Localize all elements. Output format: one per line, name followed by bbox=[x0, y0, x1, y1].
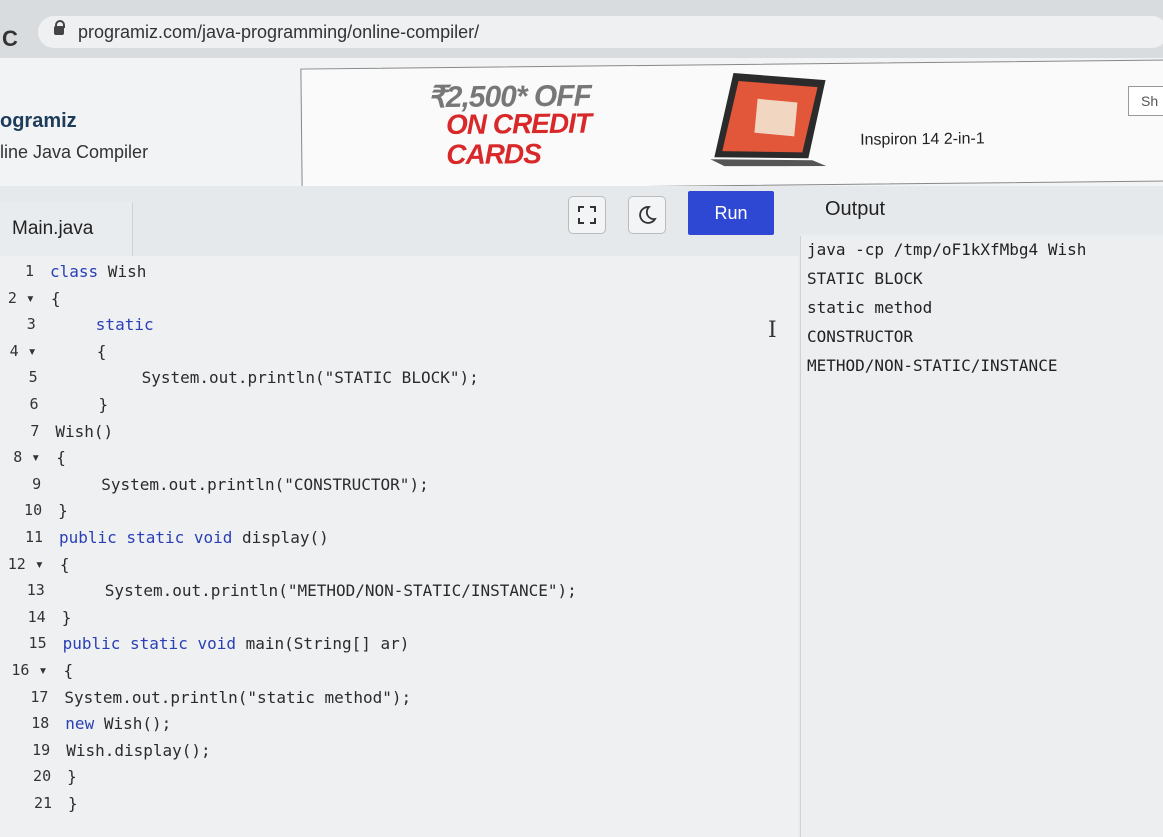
code-text: { bbox=[59, 554, 70, 574]
fullscreen-icon bbox=[578, 206, 596, 224]
code-line[interactable]: 17 System.out.println("static method"); bbox=[0, 688, 798, 714]
code-text: Wish() bbox=[55, 421, 114, 441]
run-button[interactable]: Run bbox=[688, 191, 774, 235]
line-number: 18 bbox=[31, 714, 50, 733]
code-text: { bbox=[96, 341, 107, 361]
reload-icon[interactable]: C bbox=[2, 28, 18, 50]
code-text: } bbox=[61, 607, 72, 627]
code-text: System.out.println("CONSTRUCTOR"); bbox=[101, 474, 429, 494]
line-number: 20 bbox=[33, 767, 52, 786]
line-number: 16 ▾ bbox=[11, 661, 48, 679]
keyword: public static void bbox=[62, 634, 236, 654]
line-number: 8 ▾ bbox=[13, 448, 41, 467]
address-bar[interactable]: programiz.com/java-programming/online-co… bbox=[38, 16, 1163, 48]
keyword: new bbox=[65, 714, 95, 734]
ad-offer-line2: ON CREDIT CARDS bbox=[445, 107, 592, 171]
output-header: Output bbox=[800, 186, 1163, 234]
code-text: public static void main(String[] ar) bbox=[62, 634, 410, 654]
code-line[interactable]: 1 class Wish bbox=[0, 262, 798, 288]
code-line[interactable]: 18 new Wish(); bbox=[0, 714, 798, 740]
text-cursor-icon: I bbox=[768, 318, 777, 343]
share-button[interactable]: Sh bbox=[1128, 86, 1163, 116]
keyword: class bbox=[50, 262, 99, 281]
code-line[interactable]: 5 System.out.println("STATIC BLOCK"); bbox=[0, 368, 798, 394]
code-text: { bbox=[56, 448, 66, 468]
code-text: class Wish bbox=[50, 262, 147, 281]
code-text: public static void display() bbox=[59, 528, 329, 547]
code-line[interactable]: 11 public static void display() bbox=[0, 528, 798, 554]
ad-product-name: Inspiron 14 2-in-1 bbox=[860, 130, 985, 149]
code-line[interactable]: 6} bbox=[0, 395, 798, 421]
output-line: static method bbox=[807, 298, 933, 317]
code-line[interactable]: 4 ▾ { bbox=[0, 342, 798, 368]
line-number: 13 bbox=[26, 581, 45, 600]
line-number: 10 bbox=[24, 501, 43, 520]
tab-main-java[interactable]: Main.java bbox=[0, 202, 133, 256]
code-line[interactable]: 20} bbox=[0, 767, 798, 793]
tab-label: Main.java bbox=[12, 218, 94, 239]
moon-icon bbox=[639, 206, 657, 224]
code-line[interactable]: 16 ▾ { bbox=[0, 661, 798, 687]
line-number: 21 bbox=[33, 794, 52, 812]
code-line[interactable]: 7 Wish() bbox=[0, 422, 798, 448]
lock-icon bbox=[54, 20, 65, 35]
code-text: static bbox=[96, 315, 154, 334]
code-line[interactable]: 3 static bbox=[0, 315, 798, 341]
code-text: System.out.println("METHOD/NON-STATIC/IN… bbox=[104, 581, 577, 601]
code-text: { bbox=[50, 288, 61, 308]
line-number: 3 bbox=[26, 315, 36, 334]
line-number: 4 ▾ bbox=[9, 341, 37, 360]
theme-toggle-button[interactable] bbox=[628, 196, 666, 234]
code-text: Wish.display(); bbox=[66, 740, 211, 760]
brand-logo[interactable]: ogramiz bbox=[0, 110, 77, 133]
line-number: 19 bbox=[32, 740, 51, 759]
site-header: ogramiz line Java Compiler ₹2,500* OFF O… bbox=[0, 58, 1163, 191]
ad-banner[interactable]: ₹2,500* OFF ON CREDIT CARDS Inspiron 14 … bbox=[300, 59, 1163, 191]
keyword: public static void bbox=[59, 528, 233, 547]
code-text: { bbox=[63, 661, 74, 680]
fullscreen-button[interactable] bbox=[568, 196, 606, 234]
page-subtitle: line Java Compiler bbox=[0, 142, 149, 162]
output-line: java -cp /tmp/oF1kXfMbg4 Wish bbox=[807, 240, 1087, 259]
editor-toolbar: Main.java Run bbox=[0, 186, 800, 256]
code-line[interactable]: 13 System.out.println("METHOD/NON-STATIC/… bbox=[0, 581, 798, 607]
line-number: 1 bbox=[24, 262, 34, 280]
code-text: System.out.println("STATIC BLOCK"); bbox=[141, 368, 479, 388]
code-text: } bbox=[58, 501, 68, 521]
keyword: static bbox=[95, 315, 154, 335]
line-number: 14 bbox=[27, 607, 46, 626]
line-number: 2 ▾ bbox=[7, 288, 35, 307]
line-number: 9 bbox=[32, 474, 42, 493]
browser-bar: C programiz.com/java-programming/online-… bbox=[0, 0, 1163, 58]
output-pane: java -cp /tmp/oF1kXfMbg4 Wish STATIC BLOC… bbox=[800, 236, 1163, 837]
code-editor[interactable]: 1 class Wish 2 ▾ {3 static 4 ▾ {5 System.out.pr… bbox=[0, 256, 798, 837]
code-line[interactable]: 14} bbox=[0, 608, 798, 634]
code-text: System.out.println("static method"); bbox=[64, 687, 412, 707]
laptop-image bbox=[710, 73, 827, 167]
code-text: } bbox=[68, 794, 78, 813]
line-number: 15 bbox=[28, 634, 47, 653]
code-text: } bbox=[67, 767, 77, 787]
line-number: 6 bbox=[29, 395, 39, 413]
output-line: METHOD/NON-STATIC/INSTANCE bbox=[807, 356, 1058, 375]
code-line[interactable]: 15 public static void main(String[] ar) bbox=[0, 634, 798, 660]
code-line[interactable]: 21} bbox=[0, 794, 798, 820]
code-line[interactable]: 10} bbox=[0, 501, 798, 527]
code-line[interactable]: 2 ▾ { bbox=[0, 289, 798, 315]
code-text: } bbox=[98, 395, 109, 414]
code-line[interactable]: 9 System.out.println("CONSTRUCTOR"); bbox=[0, 475, 798, 501]
code-text: new Wish(); bbox=[65, 714, 172, 734]
line-number: 7 bbox=[30, 421, 40, 440]
output-title: Output bbox=[825, 198, 886, 220]
output-line: CONSTRUCTOR bbox=[807, 327, 913, 346]
line-number: 12 ▾ bbox=[7, 554, 44, 573]
code-line[interactable]: 19 Wish.display(); bbox=[0, 741, 798, 767]
output-line: STATIC BLOCK bbox=[807, 269, 923, 288]
line-number: 5 bbox=[28, 368, 38, 387]
line-number: 11 bbox=[24, 528, 43, 546]
url-text: programiz.com/java-programming/online-co… bbox=[78, 22, 480, 42]
line-number: 17 bbox=[30, 687, 49, 706]
code-line[interactable]: 8 ▾ { bbox=[0, 448, 798, 474]
code-line[interactable]: 12 ▾ { bbox=[0, 555, 798, 581]
